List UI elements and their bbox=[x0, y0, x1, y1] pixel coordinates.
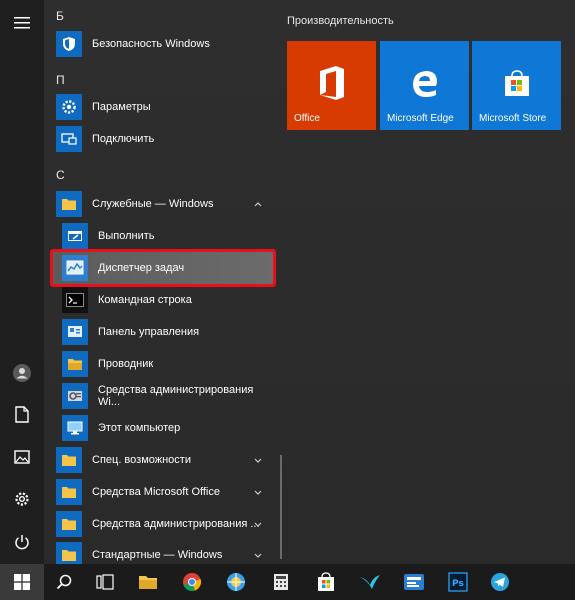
taskbar-app[interactable] bbox=[392, 564, 436, 600]
app-label: Служебные — Windows bbox=[92, 198, 214, 210]
power-button[interactable] bbox=[0, 522, 44, 562]
tile-label: Microsoft Store bbox=[479, 113, 547, 124]
chevron-down-icon bbox=[254, 553, 262, 558]
app-file-explorer[interactable]: Проводник bbox=[62, 348, 272, 380]
command-prompt-icon bbox=[62, 287, 88, 313]
folder-office-tools[interactable]: Средства Microsoft Office bbox=[56, 476, 270, 508]
tile-office[interactable]: Office bbox=[287, 41, 376, 130]
taskbar-photoshop[interactable]: Ps bbox=[436, 564, 480, 600]
task-view-button[interactable] bbox=[84, 564, 126, 600]
explorer-icon bbox=[62, 351, 88, 377]
scrollbar[interactable] bbox=[280, 455, 282, 559]
app-label: Проводник bbox=[98, 358, 154, 370]
chrome-icon bbox=[183, 573, 202, 592]
app-this-pc[interactable]: Этот компьютер bbox=[62, 412, 272, 444]
chevron-down-icon bbox=[254, 490, 262, 495]
taskbar: Ps bbox=[0, 564, 575, 600]
group-letter-p[interactable]: П bbox=[56, 73, 65, 87]
tile-label: Microsoft Edge bbox=[387, 113, 454, 124]
taskbar-browser[interactable] bbox=[214, 564, 258, 600]
folder-icon bbox=[56, 479, 82, 505]
app-command-prompt[interactable]: Командная строка bbox=[62, 284, 272, 316]
app-windows-security[interactable]: Безопасность Windows bbox=[56, 28, 270, 60]
control-panel-icon bbox=[62, 319, 88, 345]
windows-start-icon bbox=[14, 574, 30, 590]
gear-icon bbox=[56, 94, 82, 120]
app-run[interactable]: Выполнить bbox=[62, 220, 272, 252]
documents-icon bbox=[15, 405, 29, 423]
tile-label: Office bbox=[294, 113, 320, 124]
hamburger-menu-button[interactable] bbox=[0, 3, 44, 43]
chevron-up-icon bbox=[254, 202, 262, 207]
start-button[interactable] bbox=[0, 564, 44, 600]
taskbar-calculator[interactable] bbox=[258, 564, 304, 600]
annotation-highlight-box bbox=[50, 249, 276, 287]
run-icon bbox=[62, 223, 88, 249]
taskbar-chrome[interactable] bbox=[170, 564, 214, 600]
start-rail bbox=[0, 0, 44, 564]
app-control-panel[interactable]: Панель управления bbox=[62, 316, 272, 348]
this-pc-icon bbox=[62, 415, 88, 441]
power-icon bbox=[15, 535, 29, 550]
svg-text:Ps: Ps bbox=[452, 579, 464, 589]
folder-icon bbox=[56, 511, 82, 537]
app-label: Выполнить bbox=[98, 230, 155, 242]
search-button[interactable] bbox=[44, 564, 84, 600]
task-view-icon bbox=[96, 574, 114, 590]
bird-icon bbox=[360, 575, 380, 589]
folder-accessibility[interactable]: Спец. возможности bbox=[56, 444, 270, 476]
store-icon bbox=[472, 63, 561, 103]
taskbar-bird-app[interactable] bbox=[348, 564, 392, 600]
photoshop-icon: Ps bbox=[448, 572, 468, 592]
chevron-down-icon bbox=[254, 458, 262, 463]
admin-tools-icon bbox=[62, 383, 88, 409]
settings-button[interactable] bbox=[0, 479, 44, 519]
browser-icon bbox=[227, 573, 245, 591]
documents-button[interactable] bbox=[0, 394, 44, 434]
settings-icon bbox=[15, 492, 29, 506]
telegram-icon bbox=[491, 573, 509, 591]
pictures-button[interactable] bbox=[0, 437, 44, 477]
taskbar-file-explorer[interactable] bbox=[126, 564, 170, 600]
user-icon bbox=[13, 364, 31, 382]
app-label: Средства администрирования ... bbox=[92, 518, 260, 530]
taskbar-telegram[interactable] bbox=[480, 564, 520, 600]
app-label: Панель управления bbox=[98, 326, 200, 338]
store-icon bbox=[318, 572, 334, 591]
app-label: Подключить bbox=[92, 133, 155, 145]
taskbar-store[interactable] bbox=[304, 564, 348, 600]
tile-microsoft-store[interactable]: Microsoft Store bbox=[472, 41, 561, 130]
app-label: Средства Microsoft Office bbox=[92, 486, 220, 498]
app-connect[interactable]: Подключить bbox=[56, 123, 270, 155]
app-label: Средства администрирования Wi... bbox=[98, 384, 254, 408]
app-label: Спец. возможности bbox=[92, 454, 191, 466]
connect-icon bbox=[56, 126, 82, 152]
app-settings[interactable]: Параметры bbox=[56, 91, 270, 123]
folder-admin-tools[interactable]: Средства администрирования ... bbox=[56, 508, 270, 540]
app-label: Параметры bbox=[92, 101, 151, 113]
hamburger-icon bbox=[14, 17, 30, 29]
shield-icon bbox=[56, 31, 82, 57]
app-admin-tools[interactable]: Средства администрирования Wi... bbox=[62, 380, 272, 412]
edge-icon bbox=[380, 63, 469, 103]
office-icon bbox=[287, 63, 376, 103]
pictures-icon bbox=[14, 450, 30, 464]
app-icon bbox=[404, 574, 424, 590]
folder-windows-accessories[interactable]: Служебные — Windows bbox=[56, 188, 270, 220]
app-label: Безопасность Windows bbox=[92, 38, 210, 50]
group-letter-b[interactable]: Б bbox=[56, 9, 64, 23]
calculator-icon bbox=[274, 574, 288, 590]
chevron-down-icon bbox=[254, 522, 262, 527]
app-label: Этот компьютер bbox=[98, 422, 181, 434]
tile-microsoft-edge[interactable]: Microsoft Edge bbox=[380, 41, 469, 130]
group-letter-s[interactable]: С bbox=[56, 168, 65, 182]
tile-group-title[interactable]: Производительность bbox=[287, 15, 394, 27]
app-label: Стандартные — Windows bbox=[92, 549, 223, 561]
user-account-button[interactable] bbox=[0, 353, 44, 393]
folder-icon bbox=[56, 447, 82, 473]
file-explorer-icon bbox=[139, 576, 157, 589]
folder-icon bbox=[56, 191, 82, 217]
search-icon bbox=[56, 574, 72, 590]
app-label: Командная строка bbox=[98, 294, 192, 306]
